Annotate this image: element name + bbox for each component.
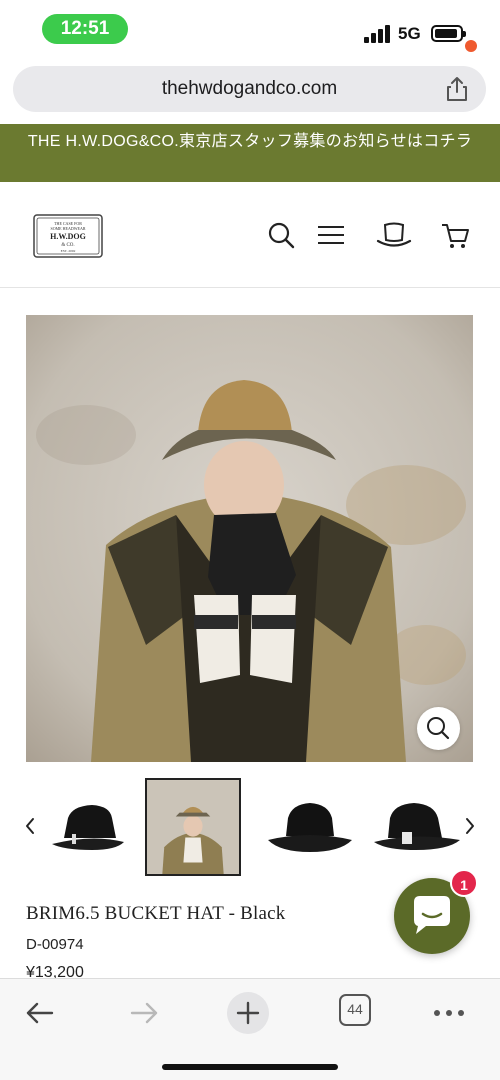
search-icon[interactable]: [266, 220, 296, 250]
brand-logo[interactable]: THE CASE FOR SOME HEADWEAR H.W.DOG & CO.…: [33, 214, 103, 258]
prev-arrow-icon[interactable]: [20, 814, 40, 838]
logo-text-est: EST. 2002: [61, 249, 76, 253]
zoom-button[interactable]: [417, 707, 460, 750]
thumbnail-2-active[interactable]: [145, 778, 241, 876]
url-text[interactable]: thehwdogandco.com: [13, 66, 486, 112]
menu-icon[interactable]: [316, 220, 346, 250]
thumbnail-3[interactable]: [262, 778, 358, 876]
address-bar[interactable]: thehwdogandco.com: [13, 66, 486, 112]
home-indicator: [162, 1064, 338, 1070]
logo-text-co: & CO.: [61, 243, 74, 248]
thumbnail-4[interactable]: [368, 778, 464, 876]
announcement-bar[interactable]: THE H.W.DOG&CO.東京店スタッフ募集のお知らせはコチラ: [0, 124, 500, 182]
status-time: 12:51: [42, 14, 128, 44]
forward-arrow-icon[interactable]: [122, 991, 166, 1035]
share-icon[interactable]: [445, 76, 469, 102]
signal-icon: [364, 25, 392, 43]
network-type: 5G: [398, 24, 421, 43]
product-title: BRIM6.5 BUCKET HAT - Black: [26, 903, 286, 924]
tab-count: 44: [347, 1001, 363, 1017]
product-main-image[interactable]: [26, 315, 473, 762]
next-arrow-icon[interactable]: [460, 814, 480, 838]
logo-text-brand: H.W.DOG: [50, 232, 86, 241]
site-header: THE CASE FOR SOME HEADWEAR H.W.DOG & CO.…: [0, 182, 500, 288]
new-tab-icon[interactable]: [226, 991, 270, 1035]
zoom-icon: [427, 717, 450, 740]
product-sku: D-00974: [26, 936, 84, 953]
more-options-icon[interactable]: [427, 991, 471, 1035]
cart-notification-dot: [465, 40, 477, 52]
status-bar: 12:51 5G: [0, 0, 500, 58]
thumbnail-1[interactable]: [44, 778, 140, 876]
cart-icon[interactable]: [440, 220, 470, 250]
back-arrow-icon[interactable]: [18, 991, 62, 1035]
thumbnail-carousel: [0, 778, 500, 878]
chat-unread-badge: 1: [450, 869, 478, 897]
logo-text-line2: SOME HEADWEAR: [51, 226, 86, 231]
battery-icon: [431, 25, 466, 42]
hat-icon[interactable]: [376, 220, 412, 250]
tabs-button[interactable]: 44: [333, 991, 377, 1035]
